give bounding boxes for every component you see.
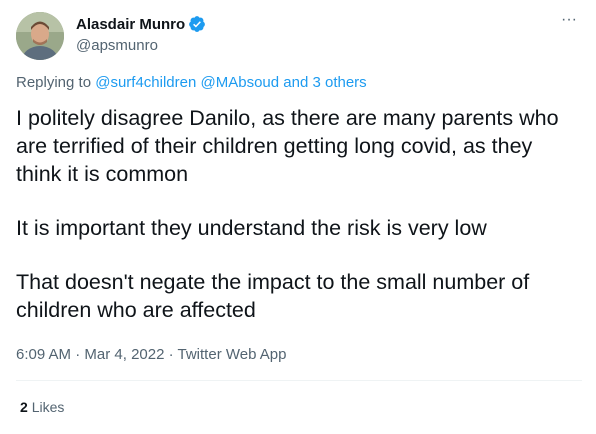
avatar[interactable] bbox=[16, 12, 64, 60]
replying-to: Replying to @surf4children @MAbsoud and … bbox=[16, 73, 367, 93]
tweet-paragraph-1: I politely disagree Danilo, as there are… bbox=[16, 106, 559, 186]
more-options-icon[interactable]: ··· bbox=[556, 12, 582, 34]
display-name[interactable]: Alasdair Munro bbox=[76, 16, 185, 33]
verified-badge-icon bbox=[188, 15, 206, 33]
tweet-header: Alasdair Munro @apsmunro ··· bbox=[16, 12, 582, 60]
tweet-card: Alasdair Munro @apsmunro ··· Replying to… bbox=[0, 0, 596, 434]
mention-surf4children[interactable]: @surf4children bbox=[95, 74, 196, 91]
name-row: Alasdair Munro bbox=[76, 14, 206, 34]
likes-link[interactable]: 2 Likes bbox=[20, 397, 64, 417]
mention-others[interactable]: and 3 others bbox=[283, 74, 366, 91]
tweet-time[interactable]: 6:09 AM bbox=[16, 346, 71, 363]
likes-count: 2 bbox=[20, 399, 28, 415]
tweet-date[interactable]: Mar 4, 2022 bbox=[84, 346, 164, 363]
divider bbox=[16, 380, 582, 381]
author-handle[interactable]: @apsmunro bbox=[76, 36, 206, 56]
author-names: Alasdair Munro @apsmunro bbox=[76, 14, 206, 56]
tweet-text: I politely disagree Danilo, as there are… bbox=[16, 104, 582, 324]
likes-label: Likes bbox=[31, 399, 65, 415]
tweet-paragraph-3: That doesn't negate the impact to the sm… bbox=[16, 270, 530, 322]
tweet-paragraph-2: It is important they understand the risk… bbox=[16, 216, 487, 240]
tweet-source[interactable]: Twitter Web App bbox=[178, 346, 287, 363]
avatar-image bbox=[16, 12, 64, 60]
tweet-meta: 6:09 AM · Mar 4, 2022 · Twitter Web App bbox=[16, 345, 286, 365]
meta-separator-2: · bbox=[168, 346, 174, 363]
replying-prefix: Replying to bbox=[16, 74, 92, 91]
meta-separator-1: · bbox=[75, 346, 81, 363]
mention-mabsoud[interactable]: @MAbsoud bbox=[201, 74, 280, 91]
